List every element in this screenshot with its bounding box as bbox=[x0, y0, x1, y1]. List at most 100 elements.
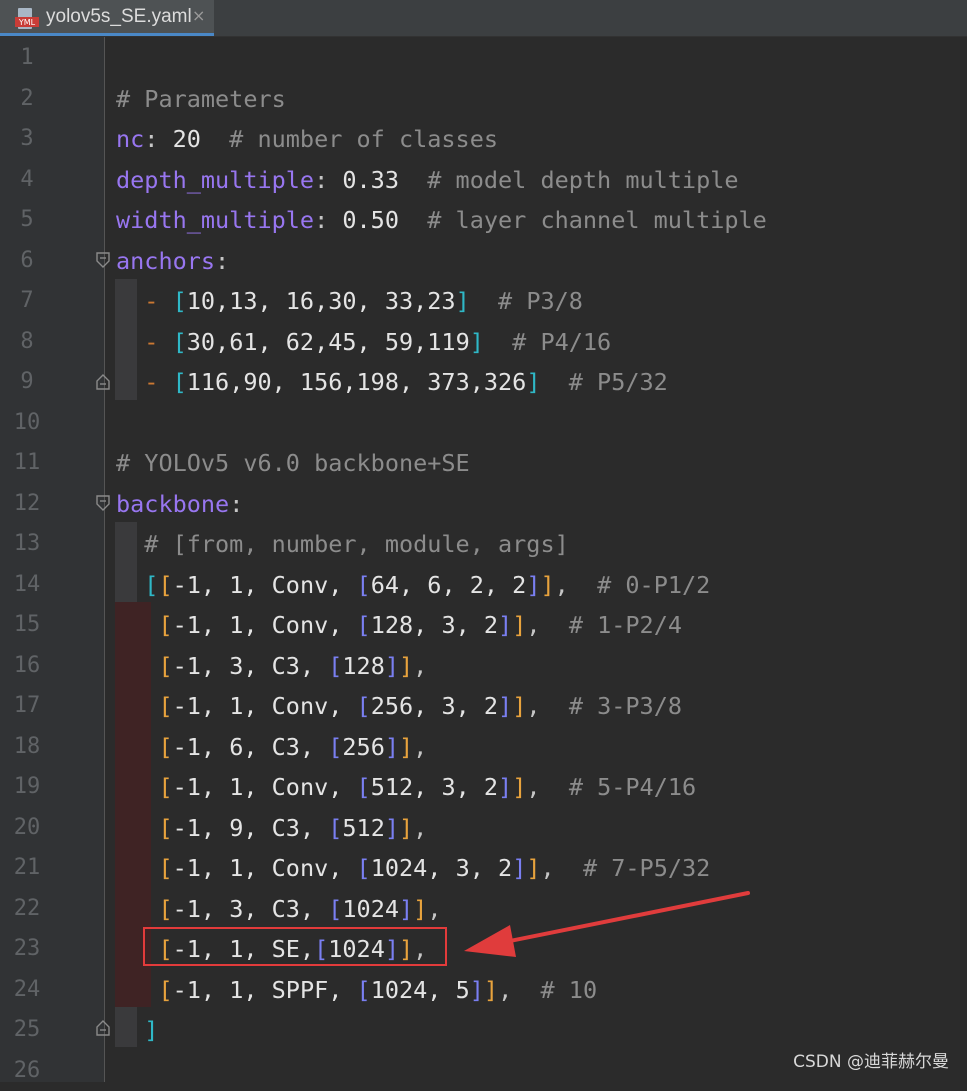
code-token: ] bbox=[385, 733, 399, 761]
code-token: -1, 1, SPPF, bbox=[173, 976, 357, 1004]
code-token bbox=[116, 328, 144, 356]
code-token: ] bbox=[470, 976, 484, 1004]
line-number: 6 bbox=[0, 247, 54, 275]
code-token: 1024, 3, 2 bbox=[371, 854, 512, 882]
code-line[interactable]: 6anchors: bbox=[0, 241, 967, 282]
code-token: -1, 3, C3, bbox=[173, 895, 329, 923]
code-token: -1, 9, C3, bbox=[173, 814, 329, 842]
code-token: # model depth multiple bbox=[399, 166, 739, 194]
highlight-box-se-line bbox=[143, 927, 447, 966]
code-token bbox=[116, 733, 158, 761]
code-token: , bbox=[526, 611, 568, 639]
code-token: 116,90, 156,198, 373,326 bbox=[187, 368, 527, 396]
code-line[interactable]: 11# YOLOv5 v6.0 backbone+SE bbox=[0, 443, 967, 484]
line-number: 8 bbox=[0, 328, 54, 356]
tab-yolov5s-se-yaml[interactable]: YML yolov5s_SE.yaml × bbox=[0, 0, 214, 36]
code-token: ] bbox=[484, 976, 498, 1004]
yaml-file-icon: YML bbox=[15, 8, 39, 29]
code-text: [-1, 1, Conv, [1024, 3, 2]], # 7-P5/32 bbox=[116, 854, 710, 882]
code-token: : bbox=[314, 166, 342, 194]
code-line[interactable]: 4depth_multiple: 0.33 # model depth mult… bbox=[0, 160, 967, 201]
code-token: , bbox=[526, 773, 568, 801]
red-arrow-icon bbox=[460, 885, 755, 965]
code-line[interactable]: 19 [-1, 1, Conv, [512, 3, 2]], # 5-P4/16 bbox=[0, 767, 967, 808]
code-token: [ bbox=[357, 976, 371, 1004]
code-token: backbone bbox=[116, 490, 229, 518]
line-number: 13 bbox=[0, 530, 54, 558]
code-line[interactable]: 15 [-1, 1, Conv, [128, 3, 2]], # 1-P2/4 bbox=[0, 605, 967, 646]
code-line[interactable]: 20 [-1, 9, C3, [512]], bbox=[0, 808, 967, 849]
close-icon[interactable]: × bbox=[192, 6, 205, 25]
code-token: 20 bbox=[173, 125, 201, 153]
code-token: , bbox=[413, 733, 427, 761]
code-line[interactable]: 3nc: 20 # number of classes bbox=[0, 119, 967, 160]
code-token: , bbox=[541, 854, 583, 882]
code-line[interactable]: 12backbone: bbox=[0, 484, 967, 525]
code-token: width_multiple bbox=[116, 206, 314, 234]
code-token: -1, 1, Conv, bbox=[173, 692, 357, 720]
code-token: # Parameters bbox=[116, 85, 286, 113]
code-token: depth_multiple bbox=[116, 166, 314, 194]
code-line[interactable]: 7 - [10,13, 16,30, 33,23] # P3/8 bbox=[0, 281, 967, 322]
code-token: : bbox=[215, 247, 229, 275]
code-token: # 7-P5/32 bbox=[583, 854, 710, 882]
code-token: -1, 1, Conv, bbox=[173, 611, 357, 639]
code-token: [ bbox=[158, 854, 172, 882]
code-line[interactable]: 10 bbox=[0, 403, 967, 444]
code-text: - [116,90, 156,198, 373,326] # P5/32 bbox=[116, 368, 668, 396]
code-token: ] bbox=[526, 571, 540, 599]
code-text: [-1, 1, SPPF, [1024, 5]], # 10 bbox=[116, 976, 597, 1004]
code-token: ] bbox=[456, 287, 470, 315]
code-token bbox=[116, 854, 158, 882]
code-token bbox=[116, 814, 158, 842]
editor-tab-bar: YML yolov5s_SE.yaml × bbox=[0, 0, 967, 37]
code-token bbox=[116, 773, 158, 801]
code-token: [ bbox=[357, 611, 371, 639]
line-number: 24 bbox=[0, 976, 54, 1004]
code-token: 1024 bbox=[342, 895, 399, 923]
code-token bbox=[116, 1016, 144, 1044]
code-token bbox=[116, 611, 158, 639]
code-line[interactable]: 9 - [116,90, 156,198, 373,326] # P5/32 bbox=[0, 362, 967, 403]
code-token: [ bbox=[357, 854, 371, 882]
line-number: 3 bbox=[0, 125, 54, 153]
code-line[interactable]: 1 bbox=[0, 38, 967, 79]
code-line[interactable]: 16 [-1, 3, C3, [128]], bbox=[0, 646, 967, 687]
code-token: # YOLOv5 v6.0 backbone+SE bbox=[116, 449, 470, 477]
code-line[interactable]: 25 ] bbox=[0, 1010, 967, 1051]
svg-text:YML: YML bbox=[18, 18, 36, 27]
code-line[interactable]: 2 # Parameters bbox=[0, 79, 967, 120]
code-line[interactable]: 17 [-1, 1, Conv, [256, 3, 2]], # 3-P3/8 bbox=[0, 686, 967, 727]
code-text: - [10,13, 16,30, 33,23] # P3/8 bbox=[116, 287, 583, 315]
code-token: ] bbox=[498, 773, 512, 801]
code-token: ] bbox=[385, 814, 399, 842]
code-token: - bbox=[144, 368, 172, 396]
code-line[interactable]: 24 [-1, 1, SPPF, [1024, 5]], # 10 bbox=[0, 970, 967, 1011]
code-token: # P5/32 bbox=[540, 368, 667, 396]
code-token: [ bbox=[158, 895, 172, 923]
code-token: 512, 3, 2 bbox=[371, 773, 498, 801]
code-token: - bbox=[144, 287, 172, 315]
line-number: 22 bbox=[0, 895, 54, 923]
tab-title: yolov5s_SE.yaml bbox=[46, 6, 192, 28]
code-line[interactable]: 13 # [from, number, module, args] bbox=[0, 524, 967, 565]
line-number: 10 bbox=[0, 409, 54, 437]
code-line[interactable]: 21 [-1, 1, Conv, [1024, 3, 2]], # 7-P5/3… bbox=[0, 848, 967, 889]
code-line[interactable]: 5width_multiple: 0.50 # layer channel mu… bbox=[0, 200, 967, 241]
code-text: [-1, 3, C3, [128]], bbox=[116, 652, 427, 680]
code-token: [ bbox=[328, 895, 342, 923]
code-line[interactable]: 8 - [30,61, 62,45, 59,119] # P4/16 bbox=[0, 322, 967, 363]
code-token: 256, 3, 2 bbox=[371, 692, 498, 720]
code-token: # layer channel multiple bbox=[399, 206, 767, 234]
code-token: -1, 3, C3, bbox=[173, 652, 329, 680]
line-number: 14 bbox=[0, 571, 54, 599]
code-token: , bbox=[427, 895, 441, 923]
code-token: [ bbox=[328, 652, 342, 680]
code-line[interactable]: 14 [[-1, 1, Conv, [64, 6, 2, 2]], # 0-P1… bbox=[0, 565, 967, 606]
code-token: : bbox=[144, 125, 172, 153]
code-token: ] bbox=[399, 814, 413, 842]
line-number: 2 bbox=[0, 85, 54, 113]
code-text: # YOLOv5 v6.0 backbone+SE bbox=[116, 449, 470, 477]
code-token bbox=[116, 976, 158, 1004]
code-line[interactable]: 18 [-1, 6, C3, [256]], bbox=[0, 727, 967, 768]
